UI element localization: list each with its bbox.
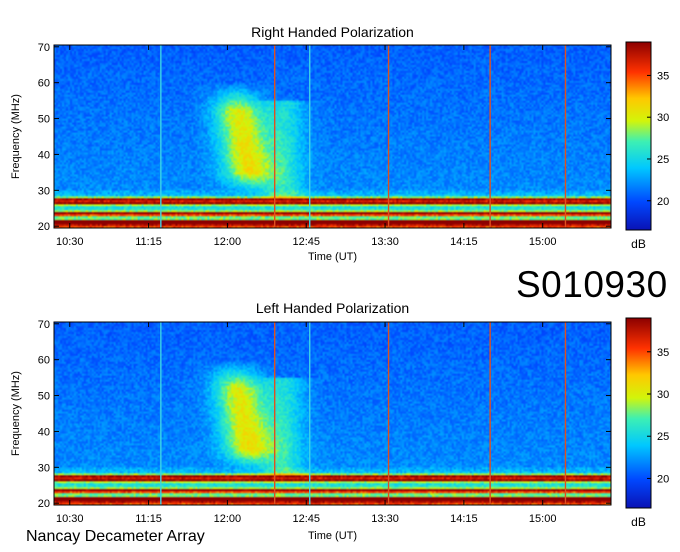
y-tick-label: 60 — [38, 355, 50, 367]
chart-panel-2: Left Handed Polarization 20 30 40 50 60 70 Freq… — [10, 300, 669, 542]
x-tick-label: 11:15 — [135, 513, 162, 525]
colorbar-tick-label: 20 — [657, 196, 669, 208]
colorbar — [625, 317, 652, 509]
colorbar-tick-label: 25 — [657, 431, 669, 443]
colorbar-tick-label: 25 — [657, 154, 669, 166]
spectrogram-raster — [54, 322, 611, 505]
x-tick-label: 12:45 — [292, 236, 320, 248]
colorbar-tick-label: 30 — [657, 112, 669, 124]
x-tick-label: 15:00 — [529, 236, 557, 248]
x-tick-label: 15:00 — [529, 513, 557, 525]
y-tick-label: 40 — [38, 426, 50, 438]
colorbar-tick-label: 20 — [657, 473, 669, 485]
x-tick-label: 10:30 — [56, 513, 84, 525]
x-tick-label: 14:15 — [450, 513, 478, 525]
y-axis-label: Frequency (MHz) — [10, 94, 22, 179]
x-tick-label: 11:15 — [135, 236, 162, 248]
chart-title: Right Handed Polarization — [251, 24, 414, 40]
y-tick-label: 50 — [38, 391, 50, 403]
chart-panel-1: Right Handed Polarization 20 30 40 50 60 70 Fre… — [10, 24, 669, 263]
x-tick-label: 12:45 — [292, 513, 320, 525]
y-tick-label: 60 — [38, 78, 50, 90]
colorbar — [625, 41, 652, 231]
colorbar-tick-label: 35 — [657, 70, 669, 82]
event-id-label: S010930 — [516, 264, 668, 305]
y-tick-label: 20 — [38, 498, 50, 510]
x-tick-label: 14:15 — [450, 236, 478, 248]
colorbar-label: dB — [631, 515, 646, 529]
x-axis-label: Time (UT) — [308, 530, 357, 542]
y-tick-label: 40 — [38, 149, 50, 161]
y-axis-label: Frequency (MHz) — [10, 371, 22, 456]
y-tick-label: 50 — [38, 114, 50, 126]
y-tick-label: 70 — [38, 319, 50, 331]
instrument-credit: Nancay Decameter Array — [26, 528, 205, 545]
colorbar-tick-label: 35 — [657, 347, 669, 359]
chart-title: Left Handed Polarization — [256, 300, 409, 316]
y-tick-label: 20 — [38, 221, 50, 233]
y-tick-label: 30 — [38, 462, 50, 474]
x-axis-label: Time (UT) — [308, 251, 357, 263]
y-tick-label: 70 — [38, 42, 50, 54]
x-tick-label: 10:30 — [56, 236, 84, 248]
colorbar-tick-label: 30 — [657, 389, 669, 401]
x-tick-label: 13:30 — [371, 236, 399, 248]
x-tick-label: 13:30 — [371, 513, 399, 525]
spectrogram-raster — [54, 45, 611, 228]
x-tick-label: 12:00 — [214, 236, 242, 248]
x-tick-label: 12:00 — [214, 513, 242, 525]
y-tick-label: 30 — [38, 185, 50, 197]
colorbar-label: dB — [631, 237, 646, 251]
